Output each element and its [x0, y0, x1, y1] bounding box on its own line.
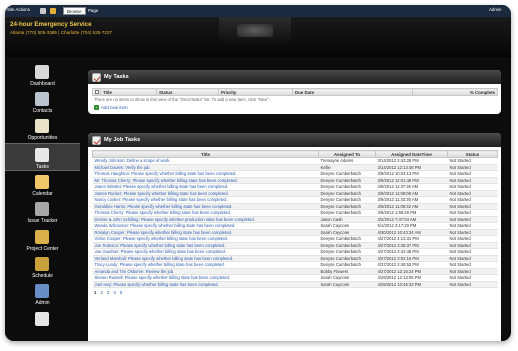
dashboard-icon: [35, 65, 49, 79]
site-actions-menu[interactable]: Site Actions: [7, 7, 30, 12]
my-job-tasks-table: Title Assigned To Assigned DateTime Stat…: [92, 150, 498, 288]
sidebar-item-label: Opportunities: [27, 135, 58, 141]
sidebar-nav: Dashboard Contacts Opportunities Tasks Calen…: [5, 57, 80, 341]
empty-list-message: There are no items to show in this view …: [94, 97, 270, 102]
admin-icon: [35, 284, 49, 298]
page-link[interactable]: 2: [100, 290, 102, 295]
calendar-icon: [35, 175, 49, 189]
tasks-icon: [35, 148, 49, 162]
tab-page[interactable]: Page: [85, 7, 101, 15]
page-link[interactable]: 4: [113, 290, 115, 295]
sidebar-item-project-center[interactable]: Project Center: [5, 226, 80, 254]
sidebar-item-label: Tasks: [36, 164, 49, 170]
site-phone-numbers: Atlanta (770) 505-3385 | Charlotte (704)…: [10, 30, 113, 35]
logo[interactable]: [219, 17, 291, 47]
column-header-status[interactable]: Status: [447, 150, 498, 158]
column-header-title[interactable]: Title: [100, 88, 157, 96]
site-header: 24-hour Emergency Service Atlanta (770) …: [5, 17, 511, 57]
sidebar-item-reports[interactable]: [5, 308, 80, 336]
tab-browse[interactable]: Browse: [63, 7, 86, 15]
my-tasks-table: Title Status Priority Due Date % Complet…: [92, 88, 498, 96]
schedule-icon: [35, 257, 49, 271]
sidebar-item-schedule[interactable]: Schedule: [5, 253, 80, 281]
reports-icon: [35, 312, 49, 326]
edit-page-icon[interactable]: [50, 7, 56, 14]
navigate-up-icon[interactable]: [40, 7, 46, 14]
add-new-item-link[interactable]: + Add new item: [88, 103, 501, 114]
my-tasks-header-row: Title Status Priority Due Date % Complet…: [92, 88, 498, 96]
ribbon-bar: Site Actions Browse Page Admin: [5, 5, 511, 17]
job-task-check-icon: [92, 135, 101, 145]
my-tasks-header: My Tasks: [88, 70, 501, 84]
column-header-priority[interactable]: Priority: [218, 88, 293, 96]
my-job-tasks-panel: My Job Tasks Title Assigned To Assigned …: [88, 133, 501, 341]
add-icon: +: [94, 105, 99, 110]
status-cell: Not Started: [447, 281, 498, 288]
pagination: 12345: [88, 288, 501, 297]
sidebar-item-label: Admin: [35, 300, 50, 306]
column-header-due-date[interactable]: Due Date: [292, 88, 413, 96]
sidebar-item-label: Schedule: [32, 273, 53, 279]
column-header-assigned-to[interactable]: Assigned To: [318, 150, 376, 158]
my-job-tasks-header: My Job Tasks: [88, 133, 501, 147]
sidebar-item-issue-tracker[interactable]: Issue Tracker: [5, 198, 80, 226]
add-new-item-label: Add new item: [101, 105, 128, 110]
sidebar-item-label: Dashboard: [30, 81, 55, 87]
app-window: Site Actions Browse Page Admin 24-hour E…: [5, 5, 511, 341]
opportunities-icon: [35, 119, 49, 133]
task-check-icon: [92, 72, 101, 82]
job-tasks-header-row: Title Assigned To Assigned DateTime Stat…: [92, 150, 498, 158]
sidebar-item-label: Issue Tracker: [27, 218, 58, 224]
main-content: My Tasks Title Status Priority Due Date …: [84, 57, 505, 341]
column-header-status[interactable]: Status: [156, 88, 219, 96]
column-header-title[interactable]: Title: [92, 150, 319, 158]
my-job-tasks-title: My Job Tasks: [104, 136, 141, 143]
page-link[interactable]: 3: [107, 290, 109, 295]
sidebar-item-label: Contacts: [32, 108, 53, 114]
my-tasks-panel: My Tasks Title Status Priority Due Date …: [88, 70, 501, 114]
logo-image: [237, 24, 273, 37]
site-title: 24-hour Emergency Service: [10, 21, 92, 28]
sidebar-item-dashboard[interactable]: Dashboard: [5, 61, 80, 89]
page-link[interactable]: 5: [120, 290, 122, 295]
table-row[interactable]: Joel Ivey: Please specify whether billin…: [92, 281, 498, 288]
user-menu[interactable]: Admin: [489, 7, 501, 12]
job-tasks-body: Wendy Johnson: Define a scope of work. Tr…: [92, 157, 498, 288]
my-tasks-title: My Tasks: [104, 73, 129, 80]
project-center-icon: [35, 230, 49, 244]
sidebar-item-opportunities[interactable]: Opportunities: [5, 115, 80, 143]
column-header-percent-complete[interactable]: % Complete: [412, 88, 498, 96]
sidebar-item-label: Project Center: [26, 246, 59, 252]
page-link[interactable]: 1: [94, 290, 96, 295]
sidebar-item-calendar[interactable]: Calendar: [5, 171, 80, 199]
assigned-datetime-cell: 4/26/2012 10:45:33 PM: [375, 281, 448, 288]
issue-tracker-icon: [35, 202, 49, 216]
select-all-checkbox[interactable]: [95, 89, 99, 94]
sidebar-item-admin[interactable]: Admin: [5, 280, 80, 308]
column-header-assigned-datetime[interactable]: Assigned DateTime: [375, 150, 448, 158]
task-title-link[interactable]: Joel Ivey: Please specify whether billin…: [92, 281, 319, 288]
sidebar-item-label: Calendar: [32, 191, 53, 197]
sidebar-item-tasks[interactable]: Tasks: [5, 143, 80, 171]
contacts-icon: [35, 92, 49, 106]
sidebar-item-contacts[interactable]: Contacts: [5, 88, 80, 116]
assigned-to-cell: Sarah Caycone: [318, 281, 376, 288]
column-header-select[interactable]: [92, 88, 101, 96]
